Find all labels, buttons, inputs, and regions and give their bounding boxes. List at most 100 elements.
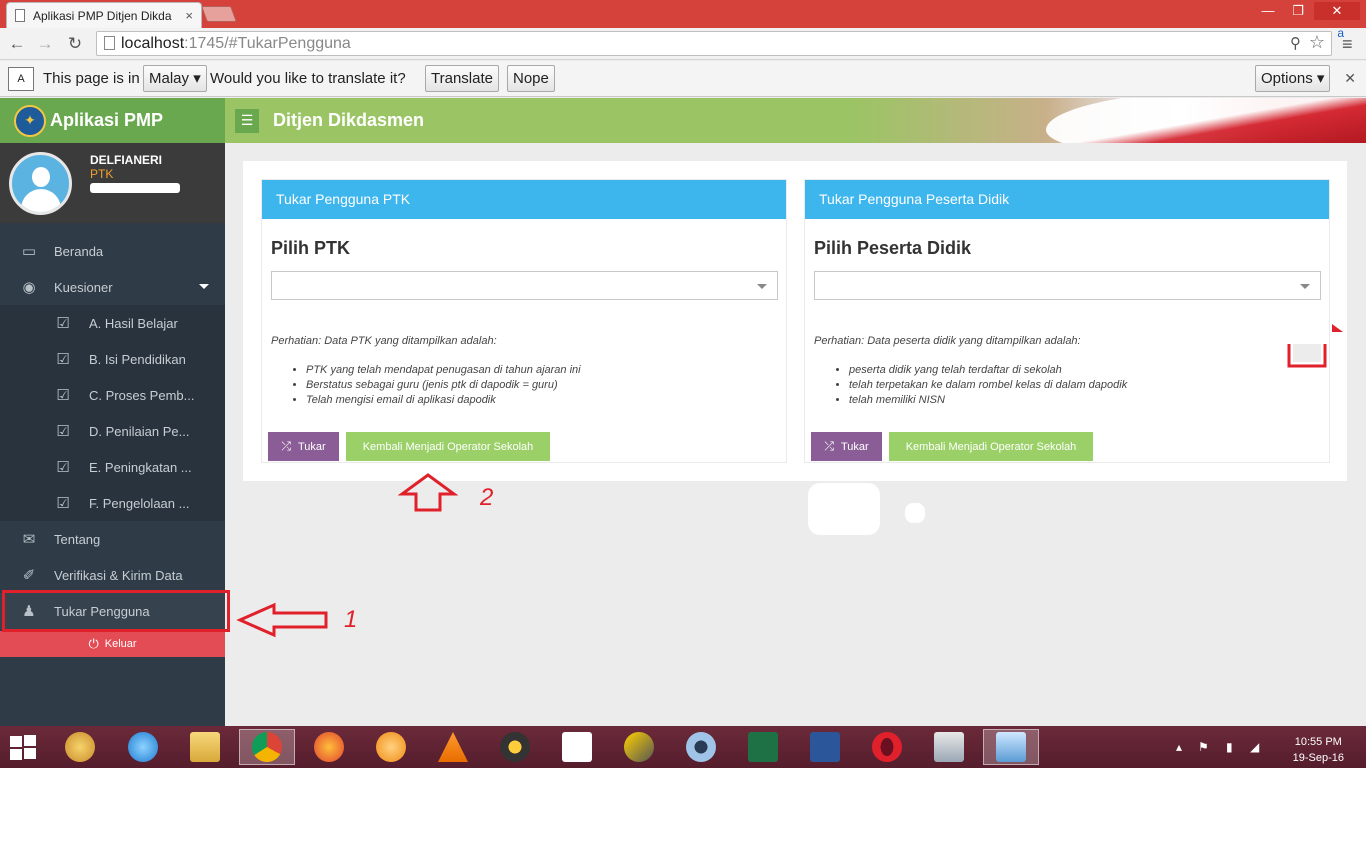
back-to-operator-button[interactable]: Kembali Menjadi Operator Sekolah xyxy=(346,432,550,461)
erased-scribble xyxy=(808,483,880,535)
start-pane xyxy=(10,736,22,747)
tut-wuri-logo-icon: ✦ xyxy=(14,104,46,137)
window-close-icon[interactable]: ✕ xyxy=(1314,2,1360,20)
sidebar-item-kuesioner[interactable]: ◉ Kuesioner xyxy=(0,269,225,305)
binoculars-icon: ◉ xyxy=(22,279,36,296)
page-favicon-icon xyxy=(15,9,25,22)
media-player-321-icon[interactable] xyxy=(549,729,605,765)
comments-icon: ✉ xyxy=(22,531,36,548)
tray-expand-icon[interactable]: ▴ xyxy=(1176,740,1182,754)
start-pane xyxy=(10,749,22,760)
new-tab-button[interactable] xyxy=(201,6,237,22)
network-icon[interactable]: ◢ xyxy=(1250,740,1259,754)
clock[interactable]: 10:55 PM 19-Sep-16 xyxy=(1293,734,1344,766)
windows-start-icon[interactable] xyxy=(10,735,38,761)
word-icon[interactable] xyxy=(797,729,853,765)
excel-icon[interactable] xyxy=(735,729,791,765)
aimp-icon[interactable] xyxy=(487,729,543,765)
list-item: Telah mengisi email di aplikasi dapodik xyxy=(306,393,581,408)
tukar-pd-button[interactable]: ⤮ Tukar xyxy=(811,432,882,461)
menu-toggle-icon[interactable]: ☰ xyxy=(235,109,259,133)
logout-label: Keluar xyxy=(104,638,137,650)
shuffle-icon: ⤮ xyxy=(824,439,834,453)
options-button[interactable]: Options ▾ xyxy=(1255,65,1331,92)
translate-button[interactable]: Translate xyxy=(425,65,499,92)
sidebar-item-pengelolaan[interactable]: ☑ F. Pengelolaan ... xyxy=(0,485,225,521)
sidebar-item-verifikasi[interactable]: ✐ Verifikasi & Kirim Data xyxy=(0,557,225,593)
file-explorer-icon[interactable] xyxy=(177,729,233,765)
list-item: PTK yang telah mendapat penugasan di tah… xyxy=(306,363,581,378)
sidebar-item-label: Beranda xyxy=(54,243,104,259)
chrome-icon[interactable] xyxy=(239,729,295,765)
power-icon: ⏻ xyxy=(88,636,99,651)
dropdown-arrow-icon xyxy=(1300,284,1310,289)
webcam-icon[interactable] xyxy=(673,729,729,765)
translate-close-icon[interactable]: ✕ xyxy=(1344,70,1356,87)
app-header: ☰ Ditjen Dikdasmen xyxy=(225,98,1366,143)
photo-viewer-icon[interactable] xyxy=(983,729,1039,765)
dropdown-arrow-icon: ▾ xyxy=(193,70,201,87)
ptk-select[interactable] xyxy=(271,271,778,300)
winamp-icon[interactable] xyxy=(611,729,667,765)
sidebar-item-penilaian[interactable]: ☑ D. Penilaian Pe... xyxy=(0,413,225,449)
sidebar-item-label: Kuesioner xyxy=(54,279,113,295)
tab-title: Aplikasi PMP Ditjen Dikda xyxy=(33,8,172,23)
firefox-icon[interactable] xyxy=(301,729,357,765)
flag-icon[interactable]: ⚑ xyxy=(1198,740,1209,754)
sidebar-item-proses-pembelajaran[interactable]: ☑ C. Proses Pemb... xyxy=(0,377,225,413)
peserta-didik-select[interactable] xyxy=(814,271,1321,300)
monitor-icon: ▭ xyxy=(21,243,37,260)
logout-button[interactable]: ⏻ Keluar xyxy=(0,631,225,657)
avatar xyxy=(9,152,72,215)
brand-name: Aplikasi PMP xyxy=(50,110,164,130)
paperclip-icon: ✐ xyxy=(22,567,36,584)
reload-icon[interactable]: ↻ xyxy=(64,33,86,55)
chrome-menu-icon[interactable]: ≡ xyxy=(1342,33,1358,55)
sidebar-item-hasil-belajar[interactable]: ☑ A. Hasil Belajar xyxy=(0,305,225,341)
flag-decoration xyxy=(1046,98,1366,143)
nope-button[interactable]: Nope xyxy=(507,65,555,92)
avatar-head xyxy=(32,167,50,187)
language-select[interactable]: Malay ▾ xyxy=(143,65,207,92)
checkbox-icon: ☑ xyxy=(56,315,70,332)
options-label: Options xyxy=(1261,70,1313,87)
forward-arrow-icon[interactable]: → xyxy=(34,33,56,55)
page-icon xyxy=(104,36,115,50)
sidebar-item-tentang[interactable]: ✉ Tentang xyxy=(0,521,225,557)
minimize-icon[interactable]: — xyxy=(1254,2,1282,20)
tukar-ptk-button[interactable]: ⤮ Tukar xyxy=(268,432,339,461)
orange-app-icon[interactable] xyxy=(363,729,419,765)
start-pane xyxy=(24,748,36,759)
bookmark-star-icon[interactable]: ☆ xyxy=(1309,32,1325,53)
sidebar-item-label: E. Peningkatan ... xyxy=(89,459,192,475)
back-arrow-icon[interactable]: ← xyxy=(6,33,28,55)
opera-icon[interactable] xyxy=(859,729,915,765)
brand[interactable]: ✦ Aplikasi PMP xyxy=(0,98,225,143)
criteria-list: PTK yang telah mendapat penugasan di tah… xyxy=(306,363,581,408)
main-content: Tukar Pengguna PTK Pilih PTK Perhatian: … xyxy=(243,161,1347,481)
clock-time: 10:55 PM xyxy=(1294,736,1342,748)
restore-icon[interactable]: ❐ xyxy=(1284,2,1312,20)
sidebar-item-beranda[interactable]: ▭ Beranda xyxy=(0,233,225,269)
calculator-icon[interactable] xyxy=(921,729,977,765)
battery-icon[interactable]: ▮ xyxy=(1226,740,1233,754)
list-item: telah terpetakan ke dalam rombel kelas d… xyxy=(849,378,1127,393)
address-bar[interactable]: localhost:1745/#TukarPengguna ⚲ ☆ xyxy=(96,31,1332,56)
page-title: Ditjen Dikdasmen xyxy=(273,110,425,130)
zoom-icon[interactable]: ⚲ xyxy=(1290,34,1301,52)
sidebar-item-isi-pendidikan[interactable]: ☑ B. Isi Pendidikan xyxy=(0,341,225,377)
list-item: Berstatus sebagai guru (jenis ptk di dap… xyxy=(306,378,581,393)
panel-tukar-peserta-didik: Tukar Pengguna Peserta Didik Pilih Peser… xyxy=(804,179,1330,463)
internet-explorer-icon[interactable] xyxy=(115,729,171,765)
browser-tab-bar: Aplikasi PMP Ditjen Dikda × — ❐ ✕ xyxy=(0,0,1366,28)
sidebar-item-peningkatan[interactable]: ☑ E. Peningkatan ... xyxy=(0,449,225,485)
shuffle-icon: ⤮ xyxy=(281,439,291,453)
paint-icon[interactable] xyxy=(52,729,108,765)
panel-note: Perhatian: Data peserta didik yang ditam… xyxy=(814,335,1081,347)
back-to-operator-button[interactable]: Kembali Menjadi Operator Sekolah xyxy=(889,432,1093,461)
browser-tab[interactable]: Aplikasi PMP Ditjen Dikda × xyxy=(6,2,202,28)
vlc-icon[interactable] xyxy=(425,729,481,765)
tab-close-icon[interactable]: × xyxy=(185,8,193,23)
url-path: :1745/#TukarPengguna xyxy=(184,34,351,52)
translate-bar: A This page is in Malay ▾ Would you like… xyxy=(0,61,1366,97)
